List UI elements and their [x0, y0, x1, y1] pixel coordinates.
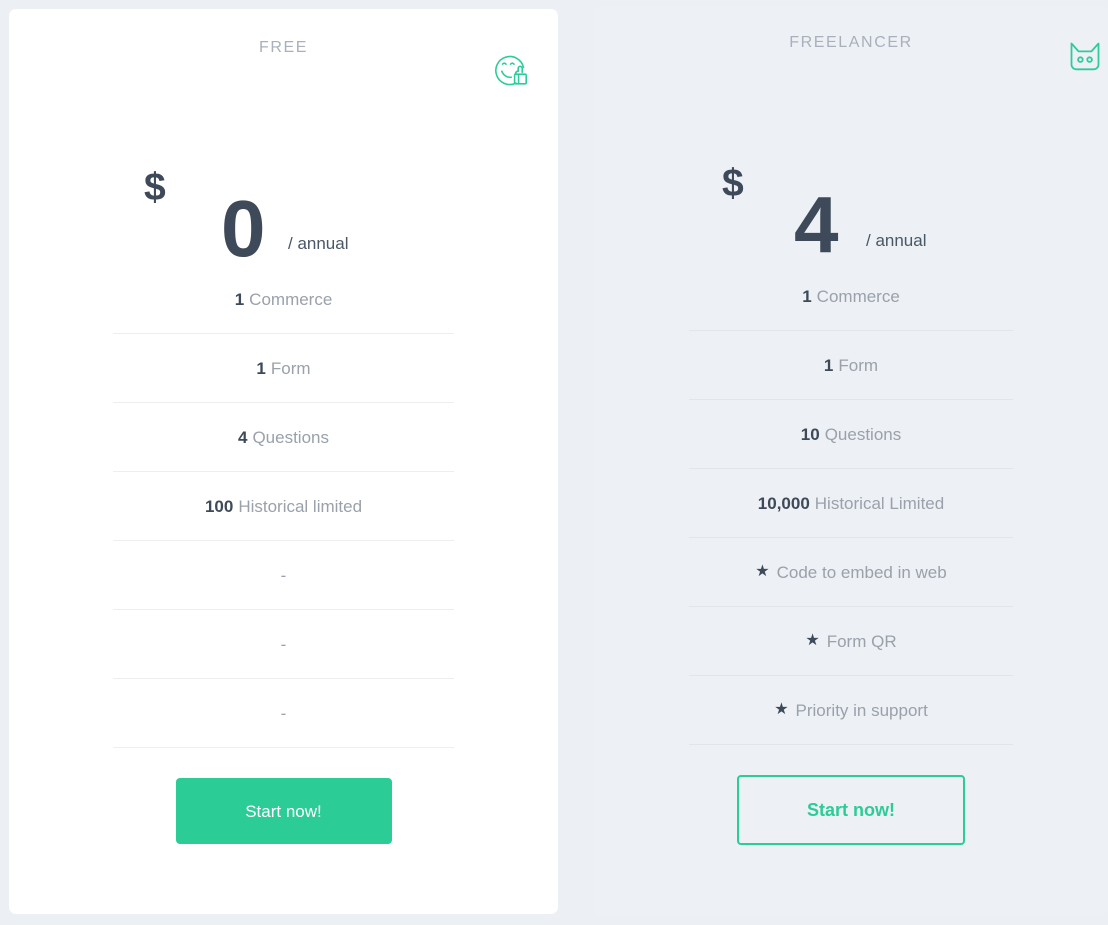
feature-value: 10 [800, 424, 820, 444]
feature-row: 1 Form [113, 334, 454, 403]
feature-label: Commerce [816, 286, 900, 306]
feature-row: 10 Questions [689, 400, 1013, 469]
feature-row: 1 Form [689, 331, 1013, 400]
feature-row: 4 Questions [113, 403, 454, 472]
cta-area-free: Start now! [9, 748, 558, 914]
star-icon: ★ [755, 563, 770, 580]
feature-label: Questions [824, 424, 902, 444]
feature-label: Historical limited [238, 496, 363, 516]
feature-label: Priority in support [795, 700, 928, 720]
feature-value: 1 [823, 355, 834, 375]
smiley-thumbs-up-icon [488, 48, 532, 92]
feature-value: 1 [256, 358, 266, 378]
price-amount-freelancer: 4 [794, 180, 838, 269]
currency-symbol-freelancer: $ [722, 162, 744, 205]
price-amount-free: 0 [221, 184, 265, 273]
price-period-free: / annual [288, 234, 349, 253]
feature-row: 100 Historical limited [113, 472, 454, 541]
price-block-free: $ 0 / annual [9, 95, 558, 269]
feature-list-free: 1 Commerce 1 Form 4 Questions 100 Histor… [113, 265, 454, 748]
feature-value: 100 [204, 496, 234, 516]
currency-symbol-free: $ [144, 166, 166, 209]
price-block-freelancer: $ 4 / annual [594, 92, 1108, 269]
feature-label: - [280, 565, 287, 585]
feature-row-starred: ★ Form QR [689, 607, 1013, 676]
feature-list-freelancer: 1 Commerce 1 Form 10 Questions 10,000 Hi… [689, 262, 1013, 745]
cat-mask-icon [1063, 34, 1107, 78]
start-now-button-free[interactable]: Start now! [175, 778, 392, 844]
feature-label: Code to embed in web [776, 562, 947, 582]
plan-name-freelancer: FREELANCER [789, 34, 913, 51]
star-icon: ★ [774, 701, 789, 718]
feature-row-empty: - [113, 679, 454, 748]
feature-row-starred: ★ Code to embed in web [689, 538, 1013, 607]
feature-row-empty: - [113, 541, 454, 610]
feature-label: Form QR [826, 631, 897, 651]
feature-row-empty: - [113, 610, 454, 679]
feature-row: 1 Commerce [113, 265, 454, 334]
plan-header-free: FREE [9, 9, 558, 95]
plan-card-freelancer: FREELANCER $ 4 / annual 1 Commerce 1 For… [594, 6, 1108, 916]
plan-header-freelancer: FREELANCER [594, 6, 1108, 92]
price-period-freelancer: / annual [866, 231, 927, 250]
pricing-plans-container: FREE $ 0 / annual 1 Commerce 1 Form 4 Qu… [0, 0, 1108, 925]
star-icon: ★ [805, 632, 820, 649]
feature-row: 1 Commerce [689, 262, 1013, 331]
feature-value: 4 [237, 427, 248, 447]
feature-value: 10,000 [757, 493, 810, 513]
start-now-button-freelancer[interactable]: Start now! [737, 775, 965, 845]
feature-label: - [280, 634, 287, 654]
plan-name-free: FREE [258, 39, 309, 56]
feature-row-starred: ★ Priority in support [689, 676, 1013, 745]
feature-label: Commerce [249, 289, 333, 309]
feature-label: Form [270, 358, 311, 378]
feature-value: 1 [802, 286, 812, 306]
feature-label: Historical Limited [814, 493, 945, 513]
feature-label: Questions [252, 427, 329, 447]
cta-area-freelancer: Start now! [594, 745, 1108, 916]
feature-value: 1 [234, 289, 245, 309]
feature-row: 10,000 Historical Limited [689, 469, 1013, 538]
plan-card-free: FREE $ 0 / annual 1 Commerce 1 Form 4 Qu… [9, 9, 558, 914]
feature-label: - [280, 703, 287, 723]
feature-label: Form [838, 355, 879, 375]
